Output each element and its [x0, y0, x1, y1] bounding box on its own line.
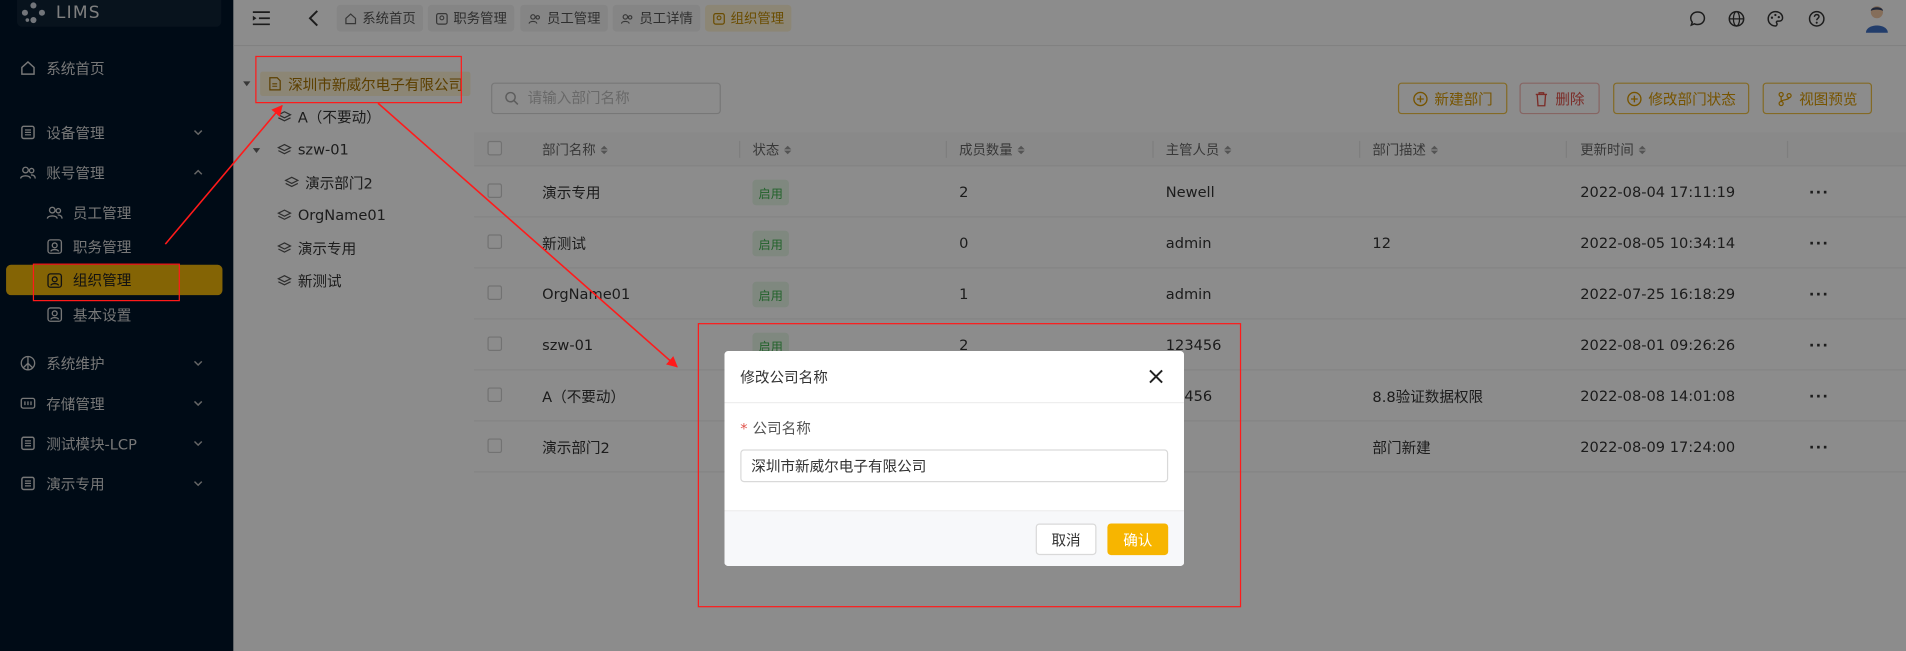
- annotation-box-tree-root: [255, 55, 462, 104]
- annotation-box-sidebar: [32, 263, 180, 302]
- annotation-box-modal: [697, 323, 1242, 608]
